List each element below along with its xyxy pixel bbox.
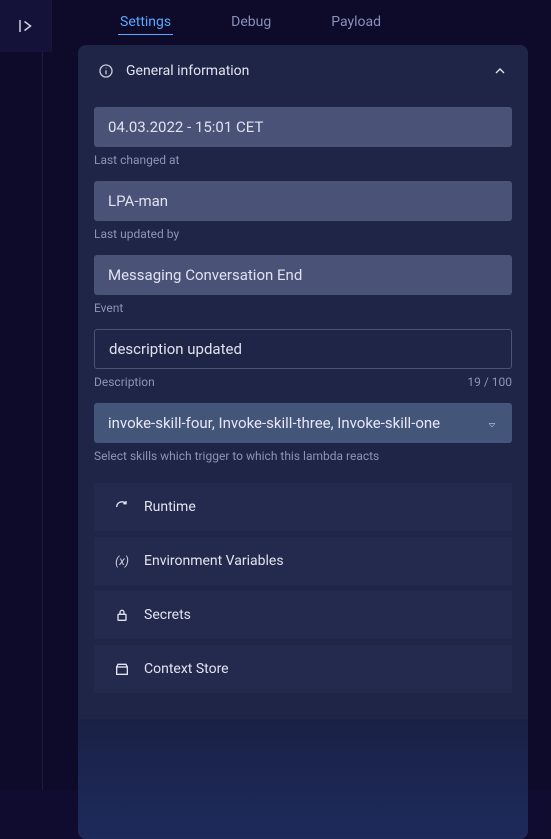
accordion-context-label: Context Store [144, 661, 478, 677]
event-label: Event [94, 301, 512, 315]
last-updated-by-label: Last updated by [94, 227, 512, 241]
skills-select-value: invoke-skill-four, Invoke-skill-three, I… [108, 414, 440, 432]
last-changed-label: Last changed at [94, 153, 512, 167]
accordion-runtime-label: Runtime [144, 499, 478, 515]
lock-icon [114, 607, 130, 623]
info-icon [98, 63, 114, 79]
card-footer-space [78, 719, 528, 839]
accordion-runtime[interactable]: Runtime [94, 483, 512, 531]
variable-icon: (x) [114, 553, 130, 569]
accordion-secrets[interactable]: Secrets [94, 591, 512, 639]
skills-helper: Select skills which trigger to which thi… [94, 449, 512, 463]
section-general-info-header[interactable]: General information [78, 45, 528, 97]
section-general-info-body: 04.03.2022 - 15:01 CET Last changed at L… [78, 97, 528, 719]
settings-card: General information 04.03.2022 - 15:01 C… [78, 45, 528, 839]
accordion-env-label: Environment Variables [144, 553, 478, 569]
accordion-context-store[interactable]: Context Store [94, 645, 512, 693]
node-collapse-handle[interactable] [0, 0, 52, 52]
panel-tabs: Settings Debug Payload [78, 0, 551, 45]
tab-settings[interactable]: Settings [118, 14, 173, 35]
store-icon [114, 661, 130, 677]
field-event: Messaging Conversation End Event [94, 255, 512, 315]
tab-debug[interactable]: Debug [229, 14, 273, 35]
field-last-updated-by: LPA-man Last updated by [94, 181, 512, 241]
event-value: Messaging Conversation End [94, 255, 512, 295]
tab-payload[interactable]: Payload [329, 14, 383, 35]
skills-select[interactable]: invoke-skill-four, Invoke-skill-three, I… [94, 403, 512, 443]
field-skills: invoke-skill-four, Invoke-skill-three, I… [94, 403, 512, 463]
side-panel: Settings Debug Payload General informati… [78, 0, 551, 790]
description-input[interactable] [94, 329, 512, 369]
field-description: Description 19 / 100 [94, 329, 512, 389]
caret-down-icon [486, 417, 498, 429]
description-label: Description [94, 375, 155, 389]
last-changed-value: 04.03.2022 - 15:01 CET [94, 107, 512, 147]
accordion-env-vars[interactable]: (x) Environment Variables [94, 537, 512, 585]
node-connector-line [42, 0, 43, 790]
description-charcount: 19 / 100 [467, 375, 512, 389]
last-updated-by-value: LPA-man [94, 181, 512, 221]
expand-icon [17, 17, 35, 35]
chevron-up-icon [492, 63, 508, 79]
accordion-group: Runtime (x) Environment Variables [94, 483, 512, 693]
field-last-changed: 04.03.2022 - 15:01 CET Last changed at [94, 107, 512, 167]
refresh-icon [114, 499, 130, 515]
accordion-secrets-label: Secrets [144, 607, 478, 623]
section-title: General information [126, 63, 480, 79]
